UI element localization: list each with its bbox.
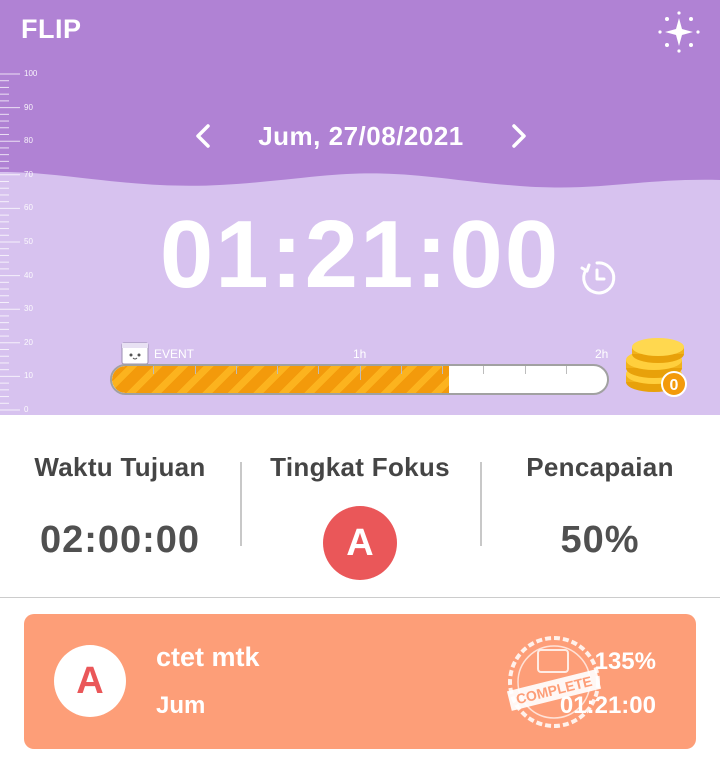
session-duration: 01:21:00: [559, 692, 656, 719]
app-title: FLIP: [21, 14, 82, 44]
focus-progress-fill: [112, 366, 449, 393]
progress-tick: [401, 366, 402, 374]
session-card[interactable]: A ctet mtk Jum COMPLETE 135% 01:21:00: [24, 614, 696, 749]
progress-tick: [195, 366, 196, 374]
target-time-value: 02:00:00: [39, 519, 201, 561]
session-title: ctet mtk: [156, 642, 260, 672]
focus-level-label: Tingkat Fokus: [270, 452, 450, 482]
event-label: EVENT: [154, 347, 195, 361]
progress-tick: [442, 366, 443, 374]
coin-count: 0: [670, 377, 679, 394]
ruler-label: 50: [24, 237, 33, 246]
current-date: Jum, 27/08/2021: [258, 121, 464, 151]
ruler-label: 20: [24, 337, 33, 347]
progress-tick: [236, 366, 237, 374]
level-ruler: 100 90 80 70 60 50 40 30 20 10 0: [0, 60, 60, 415]
progress-tick: [483, 366, 484, 374]
focus-timer: 01:21:00: [159, 201, 561, 308]
focus-grade-badge: A: [323, 506, 397, 580]
session-percent: 135%: [594, 648, 656, 675]
header-panel: FLIP 100 90 80 70 60 50 40 30 20 10 0 Jum, 27/08/2…: [0, 0, 720, 415]
achievement-label: Pencapaian: [526, 452, 674, 482]
target-time-label: Waktu Tujuan: [34, 452, 206, 482]
ruler-label: 10: [24, 371, 33, 381]
coin-stack-icon[interactable]: 0: [620, 336, 692, 398]
ruler-label: 90: [24, 102, 33, 112]
ruler-label: 0: [24, 405, 29, 414]
focus-progress-bar: [110, 364, 609, 395]
session-day: Jum: [156, 692, 206, 719]
session-grade-badge: A: [54, 645, 126, 717]
ruler-label: 60: [24, 203, 33, 213]
progress-tick: [566, 366, 567, 374]
ruler-label: 80: [24, 136, 33, 146]
progress-mark-1h: 1h: [353, 347, 367, 361]
achievement-value: 50%: [560, 519, 640, 561]
ruler-label: 30: [24, 304, 33, 314]
ruler-label: 100: [24, 69, 38, 78]
previous-day-button[interactable]: [186, 117, 220, 155]
progress-mark-2h: 2h: [595, 347, 609, 361]
section-divider: [0, 597, 720, 598]
ruler-label: 70: [24, 169, 33, 179]
ruler-label: 40: [24, 270, 33, 280]
sparkle-icon[interactable]: [657, 10, 701, 54]
event-box-icon: [120, 340, 150, 366]
progress-tick: [318, 366, 319, 374]
progress-tick: [525, 366, 526, 374]
timer-clock-icon[interactable]: [577, 258, 617, 298]
chevron-left-icon: [196, 124, 210, 148]
progress-tick: [277, 366, 278, 374]
progress-tick: [153, 366, 154, 374]
progress-tick: [360, 366, 361, 380]
chevron-right-icon: [512, 124, 526, 148]
next-day-button[interactable]: [502, 117, 536, 155]
